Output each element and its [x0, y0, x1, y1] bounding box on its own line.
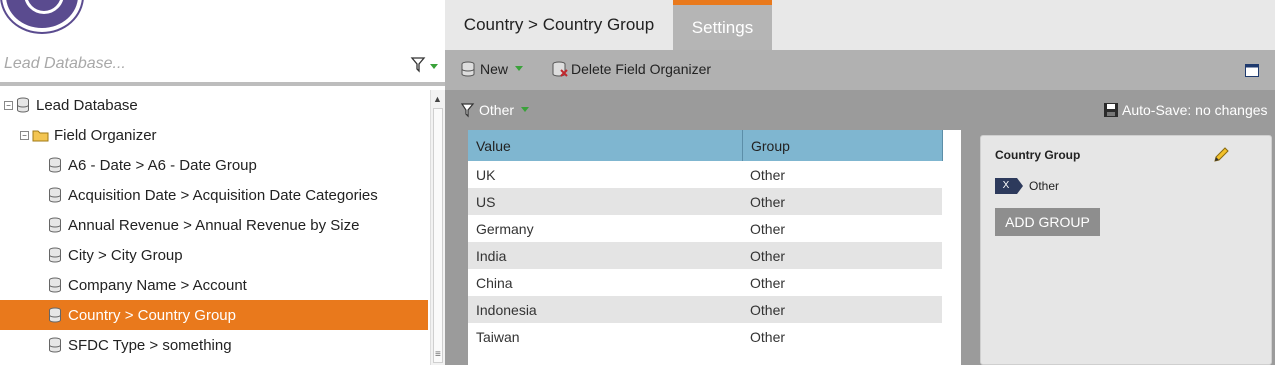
filter-funnel-icon: [410, 57, 438, 73]
tree-item-label: SFDC Type > something: [68, 336, 232, 354]
app-logo[interactable]: [2, 0, 82, 32]
pencil-icon: [1214, 147, 1229, 162]
cell-group[interactable]: Other: [750, 329, 785, 345]
table-row[interactable]: Taiwan Other: [468, 323, 942, 350]
tree-item-label: Acquisition Date > Acquisition Date Cate…: [68, 186, 378, 204]
column-divider[interactable]: [742, 130, 743, 161]
tree-item-label: Field Organizer: [54, 126, 157, 144]
tree-item-label: A6 - Date > A6 - Date Group: [68, 156, 257, 174]
cell-value: UK: [476, 167, 496, 183]
scroll-up-arrow-icon[interactable]: ▲: [433, 94, 442, 104]
cell-group[interactable]: Other: [750, 167, 785, 183]
value-group-grid: Value Group UK Other US Other Germany Other In…: [468, 130, 961, 365]
cell-group[interactable]: Other: [750, 275, 785, 291]
window-glyph-icon: [1245, 64, 1259, 77]
table-row[interactable]: Germany Other: [468, 215, 942, 242]
table-row[interactable]: UK Other: [468, 161, 942, 188]
cell-group[interactable]: Other: [750, 248, 785, 264]
cell-value: Indonesia: [476, 302, 537, 318]
tree-item[interactable]: − Field Organizer: [0, 120, 428, 150]
scroll-grip-icon: ≡: [435, 349, 441, 360]
tab-bar: Country > Country Group Settings: [445, 0, 1275, 50]
edit-pencil-icon[interactable]: [1212, 146, 1230, 164]
tree-item-label: Country > Country Group: [68, 306, 236, 324]
new-button[interactable]: New: [460, 61, 526, 77]
tree-item-label: Lead Database: [36, 96, 138, 114]
filter-bar: Other Auto-Save: no changes: [445, 90, 1275, 130]
cell-group[interactable]: Other: [750, 302, 785, 318]
field-organizer-icon: [49, 337, 61, 353]
group-panel: Country Group X Other ADD GROUP: [980, 135, 1272, 365]
field-organizer-icon: [49, 307, 61, 323]
table-row[interactable]: China Other: [468, 269, 942, 296]
chevron-down-icon: [521, 107, 530, 112]
field-organizer-icon: [49, 277, 61, 293]
tree-item[interactable]: − Lead Database: [0, 90, 428, 120]
autosave-label: Auto-Save: no changes: [1122, 102, 1268, 118]
database-icon: [461, 61, 475, 77]
lead-database-tree: − Lead Database − Field Organizer A6 - Date …: [0, 90, 430, 365]
tree-item[interactable]: Acquisition Date > Acquisition Date Cate…: [0, 180, 428, 210]
field-organizer-icon: [49, 247, 61, 263]
tree-item[interactable]: SFDC Type > something: [0, 330, 428, 360]
tree-item[interactable]: Country > Country Group: [0, 300, 428, 330]
tree-item[interactable]: Annual Revenue > Annual Revenue by Size: [0, 210, 428, 240]
cell-value: Taiwan: [476, 329, 520, 345]
tree-search-input[interactable]: [4, 52, 394, 76]
group-panel-title: Country Group: [995, 148, 1081, 162]
grid-header: Value Group: [468, 130, 943, 161]
column-header-group[interactable]: Group: [751, 138, 790, 154]
delete-field-organizer-button[interactable]: Delete Field Organizer: [551, 61, 711, 77]
chevron-down-icon: [515, 66, 524, 71]
filter-funnel-icon: [460, 103, 475, 118]
table-row[interactable]: US Other: [468, 188, 942, 215]
cell-value: US: [476, 194, 496, 210]
group-chip-label: Other: [1029, 179, 1060, 193]
remove-group-button[interactable]: X: [995, 178, 1023, 194]
panel-gap: [961, 130, 975, 365]
logo-mark-icon: [24, 0, 64, 14]
tree-item-label: Company Name > Account: [68, 276, 247, 294]
field-organizer-icon: [49, 157, 61, 173]
cell-value: Germany: [476, 221, 534, 237]
tree-search-bar: [0, 46, 445, 86]
tree-item[interactable]: Company Name > Account: [0, 270, 428, 300]
folder-icon: [32, 130, 49, 142]
group-filter-dropdown[interactable]: Other: [460, 102, 532, 118]
column-header-value[interactable]: Value: [476, 138, 511, 154]
tree-scrollbar[interactable]: ▲ ≡: [430, 90, 445, 365]
left-panel: − Lead Database − Field Organizer A6 - Date …: [0, 0, 445, 365]
autosave-status: Auto-Save: no changes: [1103, 102, 1268, 118]
add-group-button[interactable]: ADD GROUP: [995, 208, 1100, 236]
delete-button-label: Delete Field Organizer: [571, 61, 712, 77]
tree-item[interactable]: City > City Group: [0, 240, 428, 270]
tree-item[interactable]: A6 - Date > A6 - Date Group: [0, 150, 428, 180]
collapse-toggle-icon[interactable]: −: [20, 130, 29, 140]
tree-filter-button[interactable]: [410, 55, 440, 75]
save-disk-icon: [1104, 103, 1118, 117]
delete-database-icon: [552, 61, 568, 77]
cell-group[interactable]: Other: [750, 221, 785, 237]
field-organizer-icon: [49, 187, 61, 203]
tree-item-label: Annual Revenue > Annual Revenue by Size: [68, 216, 360, 234]
tab-country-group[interactable]: Country > Country Group: [445, 0, 673, 50]
group-filter-label: Other: [479, 102, 515, 118]
scroll-thumb[interactable]: ≡: [433, 108, 443, 363]
cell-value: India: [476, 248, 507, 264]
field-organizer-icon: [49, 217, 61, 233]
maximize-window-icon[interactable]: [1245, 64, 1259, 77]
group-chip: X Other: [995, 178, 1059, 194]
toolbar: New Delete Field Organizer: [445, 50, 1275, 90]
main-panel: Country > Country Group Settings New Del…: [445, 0, 1275, 365]
database-icon: [17, 97, 29, 113]
tree-item-label: City > City Group: [68, 246, 183, 264]
new-button-label: New: [480, 61, 509, 77]
tab-settings[interactable]: Settings: [673, 0, 772, 50]
collapse-toggle-icon[interactable]: −: [4, 100, 13, 110]
grid-scroll-area: [943, 130, 961, 365]
table-row[interactable]: Indonesia Other: [468, 296, 942, 323]
cell-value: China: [476, 275, 513, 291]
table-row[interactable]: India Other: [468, 242, 942, 269]
cell-group[interactable]: Other: [750, 194, 785, 210]
